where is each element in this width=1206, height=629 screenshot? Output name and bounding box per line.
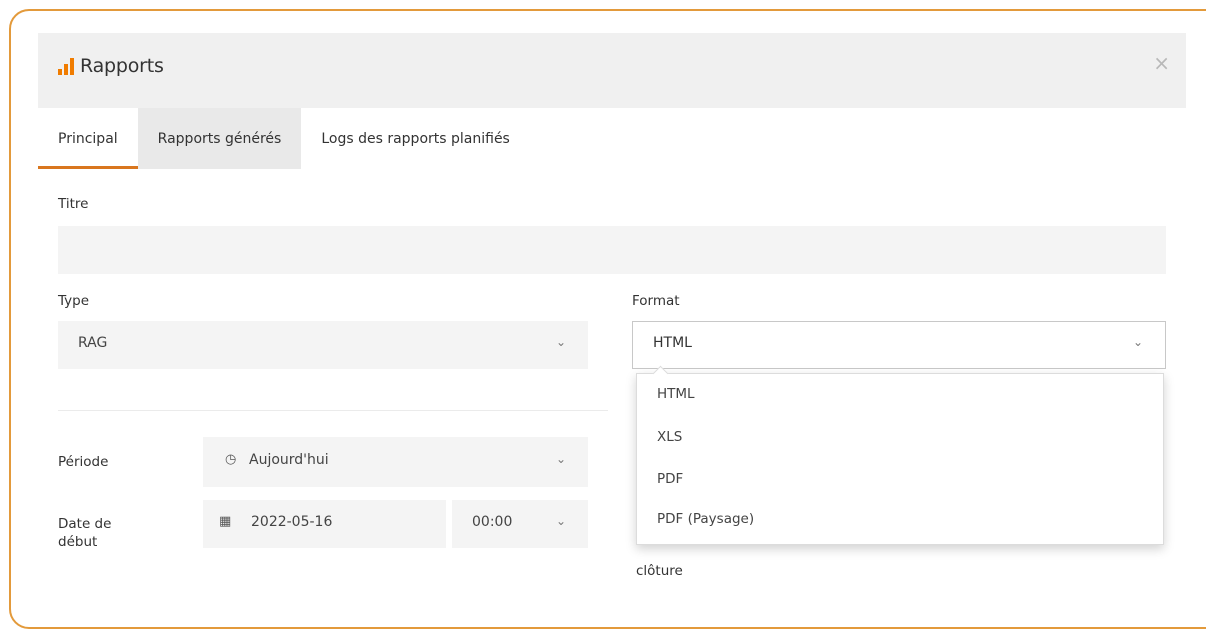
dialog-header: Rapports × <box>38 33 1186 108</box>
close-icon[interactable]: × <box>1153 51 1170 75</box>
chevron-down-icon: ⌄ <box>556 335 567 349</box>
periode-select[interactable]: ◷ Aujourd'hui ⌄ <box>203 437 588 487</box>
format-dropdown-menu: HTML XLS PDF PDF (Paysage) <box>636 365 1164 545</box>
date-debut-label: Date de début <box>58 515 111 551</box>
calendar-icon: ▦ <box>219 514 232 529</box>
date-cloture-label: clôture <box>636 563 683 579</box>
dialog-title-wrap: Rapports <box>58 55 164 77</box>
format-value: HTML <box>653 335 692 351</box>
format-option-xls[interactable]: XLS <box>657 429 682 445</box>
heure-debut-value: 00:00 <box>472 514 513 530</box>
reports-dialog: Rapports × Principal Rapports générés Lo… <box>38 33 1186 581</box>
chevron-down-icon: ⌄ <box>556 452 567 466</box>
chevron-down-icon: ⌄ <box>556 514 567 528</box>
tab-principal[interactable]: Principal <box>38 108 138 169</box>
type-label: Type <box>58 293 90 309</box>
type-select[interactable]: RAG ⌄ <box>58 321 588 369</box>
titre-input[interactable] <box>58 226 1166 274</box>
chevron-down-icon: ⌄ <box>1133 335 1144 349</box>
date-debut-label-line2: début <box>58 534 98 550</box>
dialog-title: Rapports <box>80 55 164 77</box>
format-option-pdf-paysage[interactable]: PDF (Paysage) <box>657 511 754 527</box>
date-debut-input[interactable]: ▦ 2022-05-16 <box>203 500 446 548</box>
date-debut-label-line1: Date de <box>58 516 112 532</box>
tab-bar: Principal Rapports générés Logs des rapp… <box>38 108 530 169</box>
format-option-html[interactable]: HTML <box>657 386 695 402</box>
clock-icon: ◷ <box>225 452 237 467</box>
heure-debut-select[interactable]: 00:00 ⌄ <box>452 500 588 548</box>
tab-rapports-generes[interactable]: Rapports générés <box>137 108 302 169</box>
tab-logs-rapports-planifies[interactable]: Logs des rapports planifiés <box>301 108 530 169</box>
periode-value: Aujourd'hui <box>249 452 329 468</box>
type-value: RAG <box>78 335 108 351</box>
format-label: Format <box>632 293 680 309</box>
titre-label: Titre <box>58 196 89 212</box>
format-option-pdf[interactable]: PDF <box>657 471 683 487</box>
periode-label: Période <box>58 454 109 470</box>
format-select[interactable]: HTML ⌄ <box>632 321 1166 369</box>
date-debut-value: 2022-05-16 <box>251 514 333 530</box>
section-divider <box>58 410 608 411</box>
bar-chart-icon <box>58 57 76 75</box>
